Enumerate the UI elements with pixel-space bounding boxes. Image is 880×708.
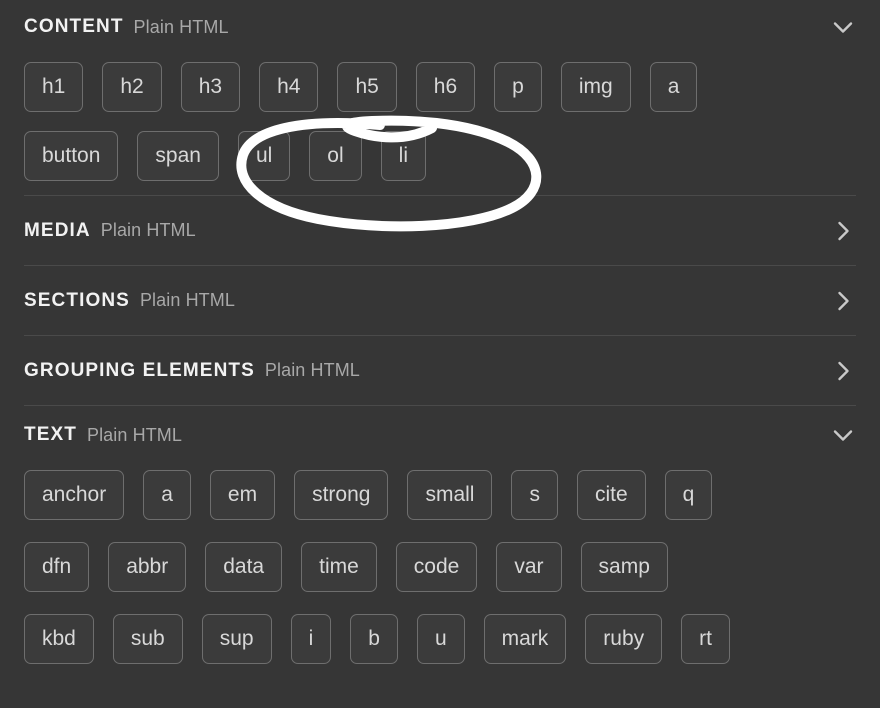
tag-pill-u[interactable]: u <box>416 614 465 664</box>
tag-pill-rt[interactable]: rt <box>681 614 730 664</box>
chevron-down-icon[interactable] <box>830 14 856 40</box>
tag-rows-content: h1 h2 h3 h4 h5 h6 p img a button span ul… <box>0 54 880 195</box>
tag-pill-var[interactable]: var <box>496 542 562 592</box>
section-title: MEDIA <box>24 219 91 241</box>
tag-rows-text: anchor a em strong small s cite q dfn ab… <box>0 464 880 678</box>
tag-row: dfn abbr data time code var samp <box>24 542 856 592</box>
tag-pill-ruby[interactable]: ruby <box>585 614 663 664</box>
tag-pill-mark[interactable]: mark <box>483 614 567 664</box>
section-grouping-elements: GROUPING ELEMENTS Plain HTML <box>0 336 880 405</box>
tag-pill-samp[interactable]: samp <box>580 542 668 592</box>
section-title: CONTENT <box>24 16 124 37</box>
tag-pill-button[interactable]: button <box>24 131 119 181</box>
chevron-right-icon[interactable] <box>830 288 856 314</box>
section-subtitle: Plain HTML <box>139 290 235 310</box>
section-media: MEDIA Plain HTML <box>0 196 880 265</box>
tag-pill-a[interactable]: a <box>649 62 698 112</box>
tag-pill-h4[interactable]: h4 <box>259 62 319 112</box>
tag-pill-img[interactable]: img <box>560 62 631 112</box>
tag-pill-li[interactable]: li <box>380 131 426 181</box>
section-header-content[interactable]: CONTENT Plain HTML <box>0 0 880 54</box>
tag-pill-h1[interactable]: h1 <box>24 62 84 112</box>
chevron-down-icon[interactable] <box>830 422 856 448</box>
tag-pill-code[interactable]: code <box>395 542 478 592</box>
tag-pill-span[interactable]: span <box>137 131 219 181</box>
section-sections: SECTIONS Plain HTML <box>0 266 880 335</box>
tag-pill-i[interactable]: i <box>290 614 332 664</box>
tag-pill-ol[interactable]: ol <box>309 131 362 181</box>
tag-pill-b[interactable]: b <box>350 614 398 664</box>
section-text: TEXT Plain HTML anchor a em strong small… <box>0 406 880 678</box>
html-elements-panel: CONTENT Plain HTML h1 h2 h3 h4 h5 h6 p i… <box>0 0 880 708</box>
tag-pill-small[interactable]: small <box>407 470 493 520</box>
tag-pill-abbr[interactable]: abbr <box>108 542 187 592</box>
section-subtitle: Plain HTML <box>133 16 229 37</box>
tag-pill-strong[interactable]: strong <box>294 470 389 520</box>
tag-pill-s[interactable]: s <box>511 470 558 520</box>
chevron-right-icon[interactable] <box>830 218 856 244</box>
section-header-text[interactable]: TEXT Plain HTML <box>0 406 880 464</box>
tag-row: anchor a em strong small s cite q <box>24 470 856 520</box>
tag-pill-h5[interactable]: h5 <box>337 62 397 112</box>
section-subtitle: Plain HTML <box>100 220 196 240</box>
tag-pill-data[interactable]: data <box>205 542 283 592</box>
section-header-sections[interactable]: SECTIONS Plain HTML <box>0 266 880 335</box>
tag-pill-p[interactable]: p <box>494 62 542 112</box>
tag-pill-ul[interactable]: ul <box>237 131 291 181</box>
tag-pill-em[interactable]: em <box>209 470 276 520</box>
tag-pill-cite[interactable]: cite <box>576 470 646 520</box>
tag-pill-kbd[interactable]: kbd <box>24 614 94 664</box>
tag-pill-q[interactable]: q <box>664 470 713 520</box>
section-subtitle: Plain HTML <box>264 360 360 380</box>
tag-pill-sup[interactable]: sup <box>201 614 272 664</box>
tag-pill-a[interactable]: a <box>143 470 191 520</box>
tag-pill-anchor[interactable]: anchor <box>24 470 125 520</box>
section-title: GROUPING ELEMENTS <box>24 359 255 381</box>
chevron-right-icon[interactable] <box>830 358 856 384</box>
section-header-grouping-elements[interactable]: GROUPING ELEMENTS Plain HTML <box>0 336 880 405</box>
tag-pill-h6[interactable]: h6 <box>415 62 476 112</box>
tag-pill-h3[interactable]: h3 <box>180 62 241 112</box>
section-title: SECTIONS <box>24 289 130 311</box>
tag-row: button span ul ol li <box>24 131 856 181</box>
tag-pill-time[interactable]: time <box>301 542 377 592</box>
tag-pill-sub[interactable]: sub <box>112 614 183 664</box>
tag-row: h1 h2 h3 h4 h5 h6 p img a <box>24 62 856 112</box>
section-title: TEXT <box>24 424 77 445</box>
tag-row: kbd sub sup i b u mark ruby rt <box>24 614 856 664</box>
tag-pill-dfn[interactable]: dfn <box>24 542 90 592</box>
section-header-media[interactable]: MEDIA Plain HTML <box>0 196 880 265</box>
section-subtitle: Plain HTML <box>86 424 182 445</box>
section-content: CONTENT Plain HTML h1 h2 h3 h4 h5 h6 p i… <box>0 0 880 195</box>
tag-pill-h2[interactable]: h2 <box>102 62 162 112</box>
